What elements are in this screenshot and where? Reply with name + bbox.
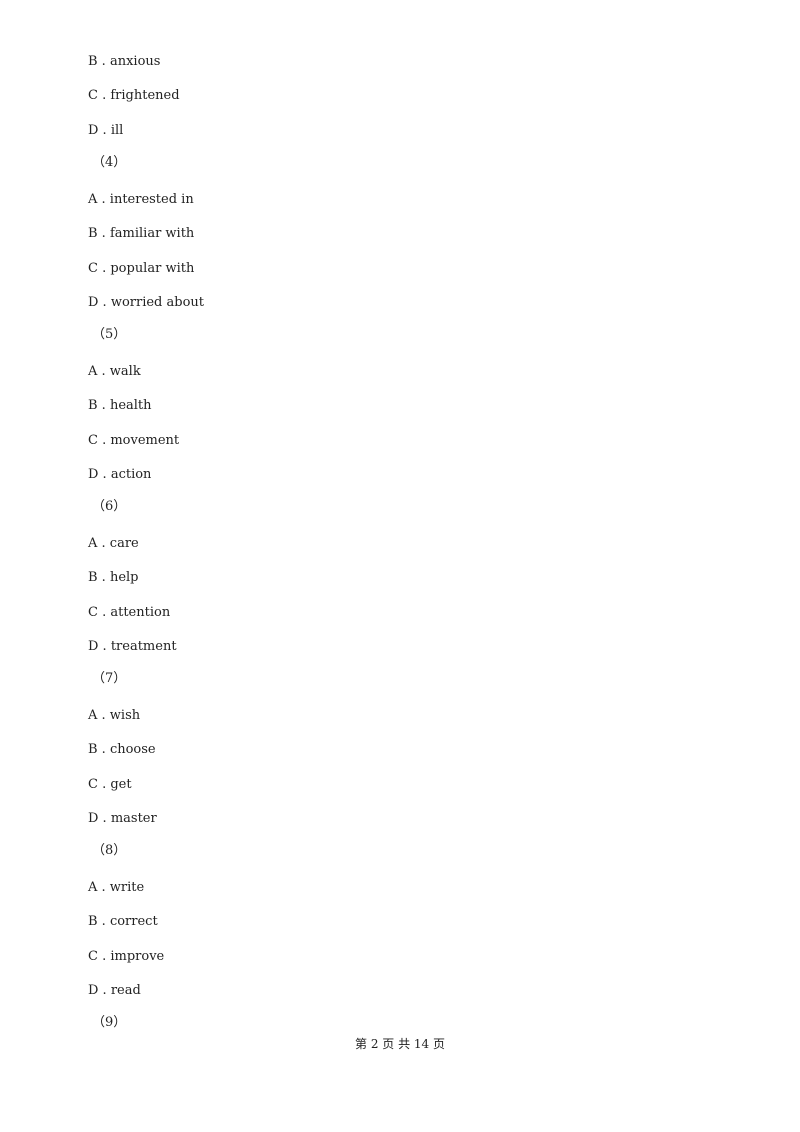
answer-option: D . treatment — [88, 639, 177, 654]
answer-option: A . walk — [88, 364, 141, 379]
question-number: （4） — [92, 155, 127, 170]
answer-option: D . ill — [88, 123, 124, 138]
answer-option: A . care — [88, 536, 139, 551]
answer-option: C . movement — [88, 433, 180, 448]
question-number: （7） — [92, 671, 127, 686]
answer-option: C . frightened — [88, 88, 180, 103]
answer-option: C . get — [88, 777, 132, 792]
answer-option: B . health — [88, 398, 152, 413]
answer-option: B . familiar with — [88, 226, 195, 241]
answer-option: C . improve — [88, 949, 165, 964]
answer-option: D . action — [88, 467, 152, 482]
answer-option: B . correct — [88, 914, 158, 929]
question-number: （8） — [92, 843, 127, 858]
question-number: （9） — [92, 1015, 127, 1030]
answer-option: A . write — [88, 880, 145, 895]
answer-option: B . anxious — [88, 54, 161, 69]
answer-option: A . interested in — [88, 192, 194, 207]
answer-option: C . popular with — [88, 261, 195, 276]
question-number: （5） — [92, 327, 127, 342]
answer-option: A . wish — [88, 708, 141, 723]
answer-option: D . master — [88, 811, 157, 826]
answer-option: B . choose — [88, 742, 156, 757]
answer-option: D . worried about — [88, 295, 205, 310]
answer-option: D . read — [88, 983, 141, 998]
question-number: （6） — [92, 499, 127, 514]
answer-option: B . help — [88, 570, 139, 585]
answer-option: C . attention — [88, 605, 171, 620]
page-footer: 第 2 页 共 14 页 — [355, 1037, 445, 1051]
